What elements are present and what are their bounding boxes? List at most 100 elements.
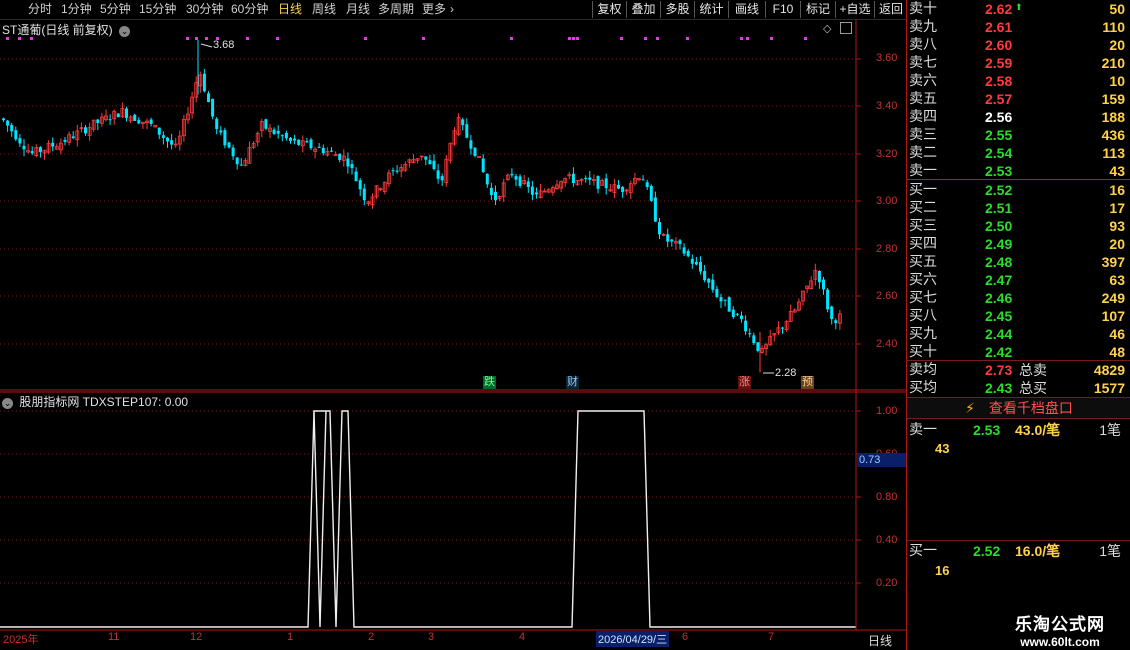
dropdown-icon[interactable]: ⌄ bbox=[2, 398, 13, 409]
candle-body bbox=[137, 120, 141, 124]
bid-level-price: 2.48 bbox=[985, 254, 1013, 270]
ask-level-row[interactable]: 卖五 2.57 159 bbox=[907, 90, 1125, 108]
bid-average-row: 买均 2.43 总买 1577 bbox=[909, 380, 1125, 396]
signal-dot bbox=[364, 37, 367, 40]
ask-level-price: 2.61 bbox=[985, 19, 1013, 35]
bid-level-volume: 48 bbox=[1109, 344, 1125, 360]
candle-body bbox=[428, 160, 432, 165]
signal-dot bbox=[576, 37, 579, 40]
main-chart-title-text: ST通葡(日线 前复权) bbox=[2, 23, 113, 37]
ask1-detail-row: 卖一 2.53 43.0/笔 1笔 bbox=[909, 422, 1121, 438]
candle-body bbox=[149, 119, 153, 124]
signal-dot bbox=[746, 37, 749, 40]
candle-body bbox=[432, 160, 436, 169]
ask-level-price: 2.62 bbox=[985, 1, 1013, 17]
candle-body bbox=[678, 240, 682, 245]
ask-level-volume: 43 bbox=[1109, 163, 1125, 179]
bid-level-row[interactable]: 买二 2.51 17 bbox=[907, 199, 1125, 217]
event-marker-drop[interactable]: 跌 bbox=[483, 376, 496, 389]
x-axis-label: 1 bbox=[287, 631, 294, 643]
dropdown-icon[interactable]: ⌄ bbox=[119, 26, 131, 37]
bid-level-row[interactable]: 买八 2.45 107 bbox=[907, 307, 1125, 325]
ask-level-row[interactable]: 卖三 2.55 436 bbox=[907, 126, 1125, 144]
bid-level-row[interactable]: 买六 2.47 63 bbox=[907, 271, 1125, 289]
bid-level-row[interactable]: 买十 2.42 48 bbox=[907, 343, 1125, 361]
candle-body bbox=[641, 179, 645, 181]
candle-body bbox=[202, 73, 206, 92]
bid-level-price: 2.50 bbox=[985, 218, 1013, 234]
candle-body bbox=[305, 141, 309, 143]
divider bbox=[907, 540, 1130, 541]
ask-level-volume: 210 bbox=[1101, 55, 1125, 71]
event-marker-rise[interactable]: 涨 bbox=[738, 376, 751, 389]
kline-chart[interactable] bbox=[0, 0, 906, 650]
candle-body bbox=[649, 185, 653, 201]
candle-body bbox=[526, 181, 530, 188]
bid-level-label: 买一 bbox=[909, 182, 937, 198]
signal-dot bbox=[620, 37, 623, 40]
bid-level-label: 买四 bbox=[909, 236, 937, 252]
candle-body bbox=[391, 170, 395, 172]
x-axis-label: 12 bbox=[190, 631, 203, 643]
thousand-level-button[interactable]: ⚡ 查看千档盘口 bbox=[907, 398, 1130, 418]
diamond-icon[interactable]: ◇ bbox=[823, 22, 831, 35]
bid-level-label: 买五 bbox=[909, 254, 937, 270]
candle-body bbox=[658, 222, 661, 235]
candle-body bbox=[321, 147, 325, 154]
ask-level-row[interactable]: 卖二 2.54 113 bbox=[907, 144, 1125, 162]
candle-body bbox=[358, 180, 362, 190]
cursor-value-badge: 0.73 bbox=[857, 453, 907, 467]
y-tick: 3.60 bbox=[876, 52, 898, 64]
candle-body bbox=[276, 130, 280, 134]
bid-level-row[interactable]: 买七 2.46 249 bbox=[907, 289, 1125, 307]
x-axis-label: 4 bbox=[519, 631, 526, 643]
arrow-up-icon: ⬆ bbox=[1015, 2, 1023, 12]
ask-level-volume: 436 bbox=[1101, 127, 1125, 143]
candle-body bbox=[22, 145, 26, 150]
candle-body bbox=[354, 171, 358, 182]
candle-body bbox=[231, 147, 235, 157]
x-axis-label: 7 bbox=[768, 631, 775, 643]
bid-level-row[interactable]: 买九 2.44 46 bbox=[907, 325, 1125, 343]
candle-body bbox=[596, 176, 600, 189]
period-indicator[interactable]: 日线 bbox=[868, 632, 892, 649]
ask-level-label: 卖八 bbox=[909, 37, 937, 53]
x-axis-label: 6 bbox=[682, 631, 689, 643]
candle-body bbox=[6, 120, 10, 126]
event-marker-finance[interactable]: 财 bbox=[566, 376, 579, 389]
bid1-queue: 16 bbox=[935, 563, 950, 578]
ask-level-row[interactable]: 卖一 2.53 43 bbox=[907, 162, 1125, 180]
ask-level-row[interactable]: 卖九 2.61 110 bbox=[907, 18, 1125, 36]
bid-level-price: 2.44 bbox=[985, 326, 1013, 342]
candle-body bbox=[297, 139, 301, 145]
order-book-panel: 卖十 2.62 50 卖九 2.61 110 卖八 2.60 20 卖七 2.59 210 卖六 2.58… bbox=[906, 0, 1130, 650]
candle-body bbox=[489, 187, 493, 196]
candle-body bbox=[469, 140, 473, 149]
candle-body bbox=[694, 261, 698, 265]
bid-level-label: 买六 bbox=[909, 272, 937, 288]
bid-level-row[interactable]: 买一 2.52 16 bbox=[907, 181, 1125, 199]
signal-dot bbox=[422, 37, 425, 40]
candle-body bbox=[289, 137, 292, 141]
candle-body bbox=[748, 333, 752, 335]
candle-body bbox=[653, 197, 657, 222]
bid-level-row[interactable]: 买四 2.49 20 bbox=[907, 235, 1125, 253]
maximize-icon[interactable] bbox=[840, 22, 852, 34]
ask-level-row[interactable]: 卖四 2.56 188 bbox=[907, 108, 1125, 126]
ask-level-row[interactable]: 卖七 2.59 210 bbox=[907, 54, 1125, 72]
candle-body bbox=[157, 127, 161, 135]
candle-body bbox=[309, 139, 313, 149]
candle-body bbox=[510, 173, 514, 176]
ask-level-row[interactable]: 卖八 2.60 20 bbox=[907, 36, 1125, 54]
ask-level-row[interactable]: 卖六 2.58 10 bbox=[907, 72, 1125, 90]
candle-body bbox=[756, 342, 760, 351]
event-marker-forecast[interactable]: 预 bbox=[801, 376, 814, 389]
signal-dot bbox=[195, 37, 198, 40]
signal-dot bbox=[572, 37, 575, 40]
bid-level-price: 2.51 bbox=[985, 200, 1013, 216]
candle-body bbox=[473, 147, 477, 157]
y-tick: 2.40 bbox=[876, 338, 898, 350]
bid-level-row[interactable]: 买三 2.50 93 bbox=[907, 217, 1125, 235]
candle-body bbox=[514, 176, 518, 180]
bid-level-row[interactable]: 买五 2.48 397 bbox=[907, 253, 1125, 271]
